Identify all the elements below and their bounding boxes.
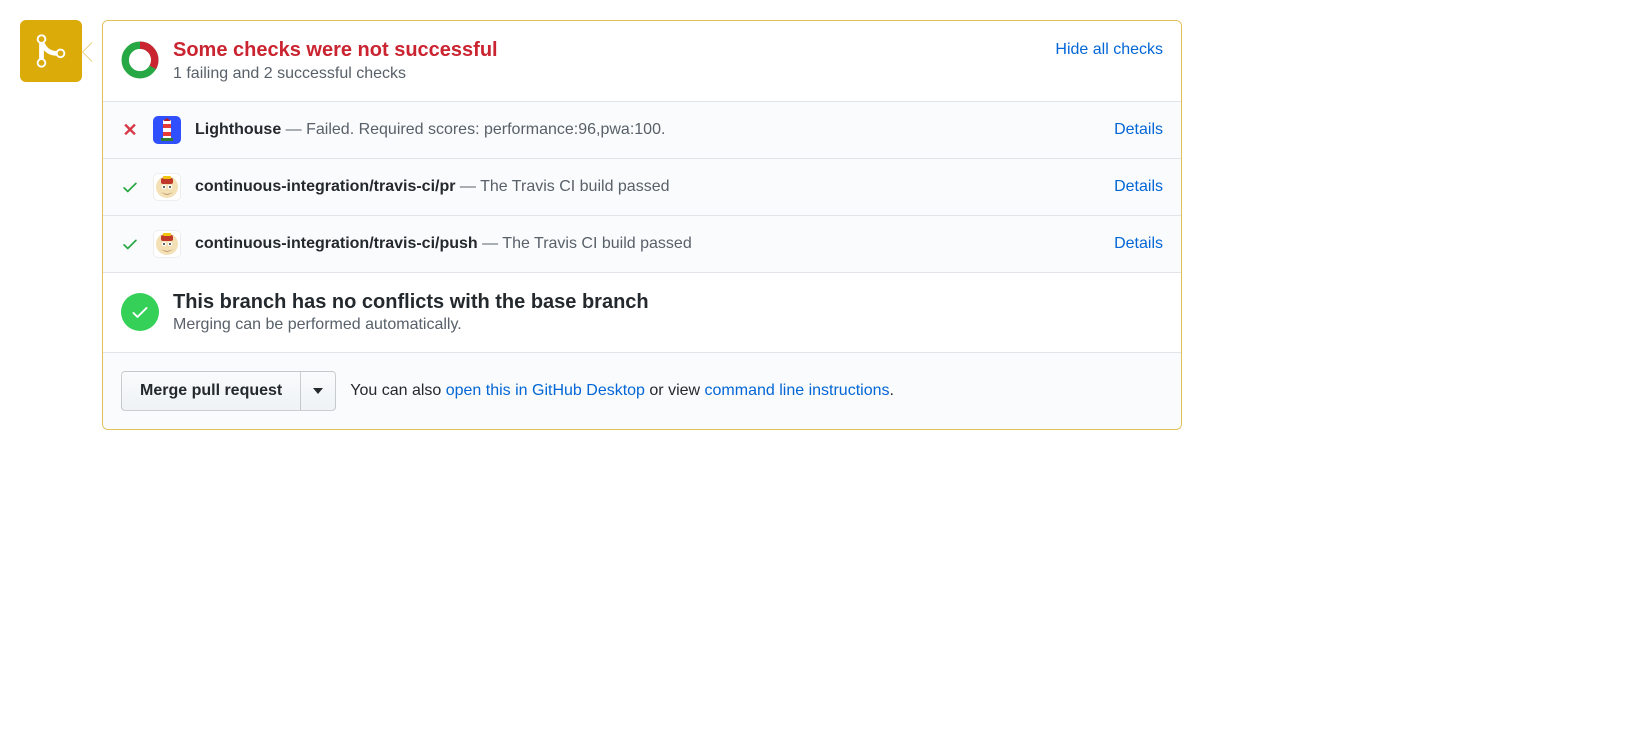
command-line-instructions-link[interactable]: command line instructions [705,382,890,399]
check-details-link[interactable]: Details [1114,178,1163,196]
check-details-link[interactable]: Details [1114,121,1163,139]
check-status-icon: ✕ [121,120,139,141]
footer-prefix: You can also [350,382,445,399]
check-icon [121,178,139,196]
check-text: continuous-integration/travis-ci/pr — Th… [195,178,1100,196]
check-sep: — [281,121,306,138]
status-subtitle: 1 failing and 2 successful checks [173,65,1041,83]
merge-options-dropdown[interactable] [301,371,336,411]
check-desc: The Travis CI build passed [502,235,691,252]
footer-mid: or view [645,382,705,399]
conflict-title: This branch has no conflicts with the ba… [173,291,649,314]
status-header: Some checks were not successful 1 failin… [103,21,1181,101]
conflict-subtitle: Merging can be performed automatically. [173,316,649,334]
check-icon [121,235,139,253]
success-circle-icon [121,293,159,331]
check-name: Lighthouse [195,121,281,138]
check-details-link[interactable]: Details [1114,235,1163,253]
lighthouse-avatar-icon [153,116,181,144]
check-sep: — [478,235,503,252]
x-icon: ✕ [122,120,137,141]
check-text: Lighthouse — Failed. Required scores: pe… [195,121,1100,139]
travis-avatar-icon [153,173,181,201]
check-name: continuous-integration/travis-ci/pr [195,178,455,195]
merge-footer: Merge pull request You can also open thi… [103,352,1181,429]
caret-down-icon [313,388,323,394]
check-status-icon [121,178,139,196]
merge-pull-request-button[interactable]: Merge pull request [121,371,301,411]
hide-all-checks-link[interactable]: Hide all checks [1055,41,1163,59]
checks-panel: Some checks were not successful 1 failin… [102,20,1182,430]
check-desc: Failed. Required scores: performance:96,… [306,121,665,138]
travis-avatar-icon [153,230,181,258]
git-merge-icon [35,32,67,70]
merge-conflict-status: This branch has no conflicts with the ba… [103,272,1181,352]
checks-donut-icon [121,41,159,79]
status-title: Some checks were not successful [173,37,1041,63]
merge-status-icon-box [20,20,82,82]
check-desc: The Travis CI build passed [480,178,669,195]
check-name: continuous-integration/travis-ci/push [195,235,478,252]
footer-suffix: . [890,382,894,399]
check-sep: — [455,178,480,195]
check-row: ✕ Lighthouse — Failed. Required scores: p… [103,101,1181,158]
open-github-desktop-link[interactable]: open this in GitHub Desktop [446,382,645,399]
check-text: continuous-integration/travis-ci/push — … [195,235,1100,253]
panel-arrow [82,42,92,62]
check-row: continuous-integration/travis-ci/pr — Th… [103,158,1181,215]
check-status-icon [121,235,139,253]
check-row: continuous-integration/travis-ci/push — … [103,215,1181,272]
merge-footer-text: You can also open this in GitHub Desktop… [350,382,894,400]
